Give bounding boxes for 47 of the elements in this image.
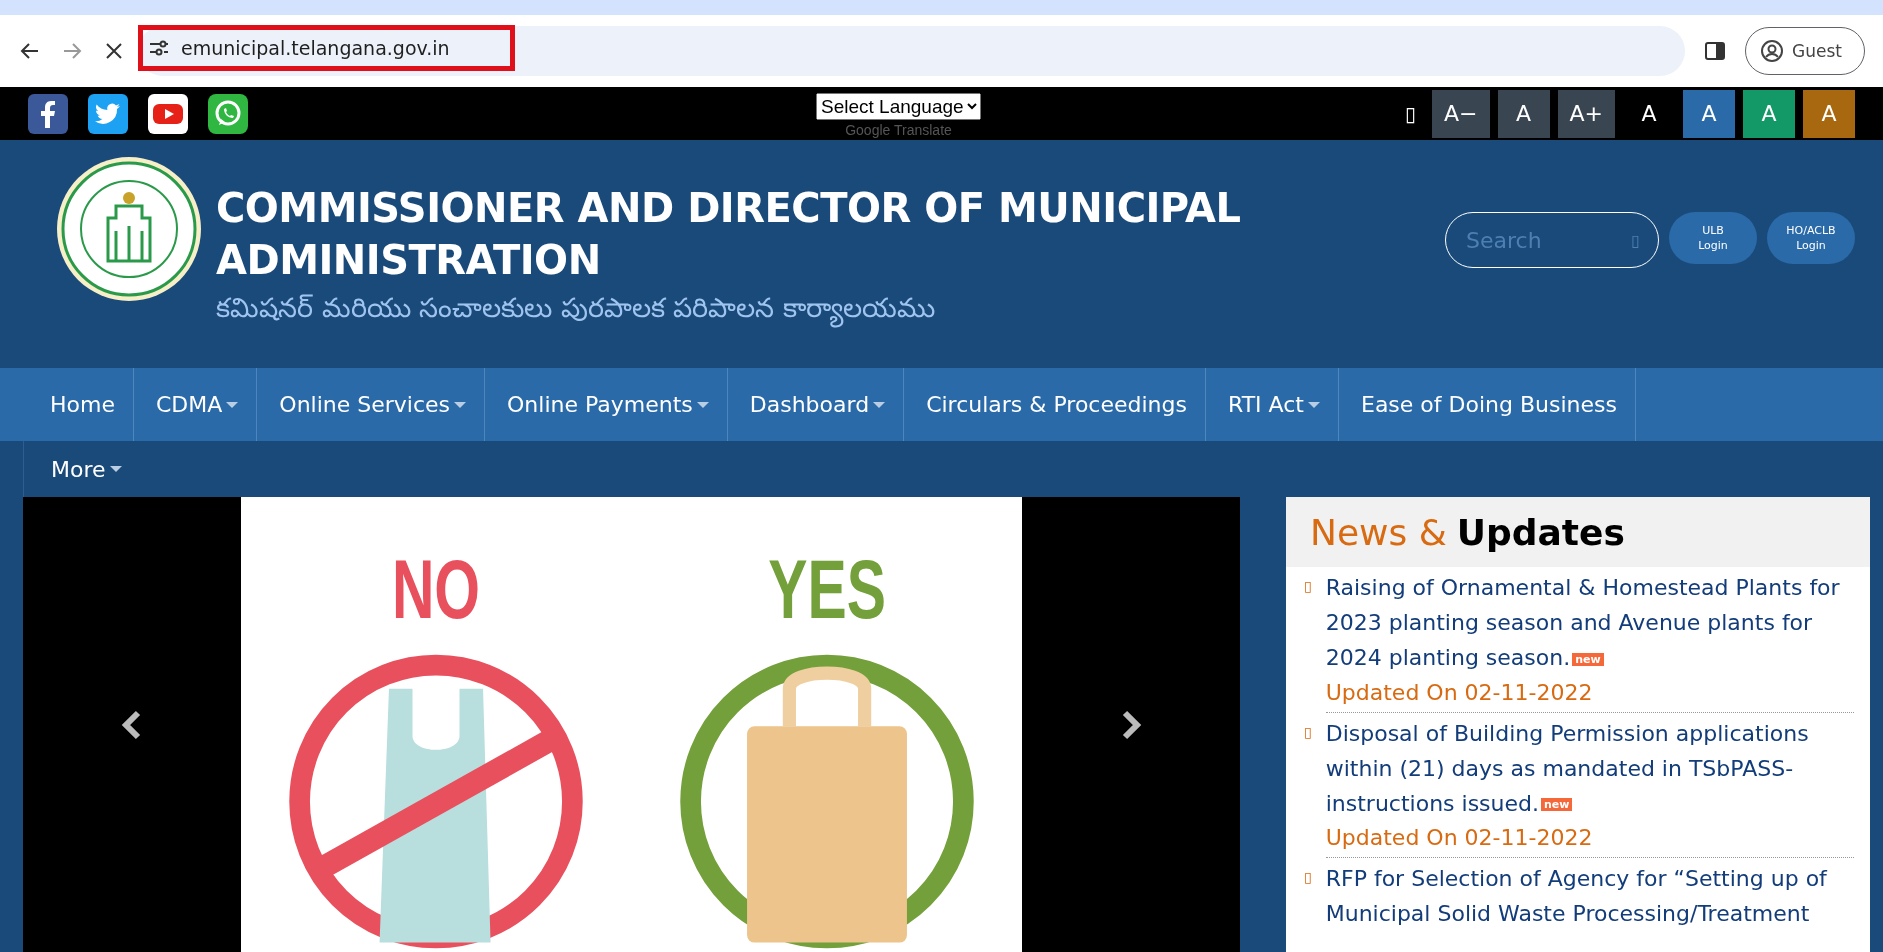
login-button[interactable]: ULB Login: [1669, 212, 1757, 264]
side-panel-icon[interactable]: [1703, 39, 1728, 63]
nav-link[interactable]: Ease of Doing Business: [1339, 368, 1636, 441]
caret-icon: [1308, 400, 1320, 409]
font-control-button[interactable]: A: [1683, 89, 1735, 138]
caret-icon: [226, 400, 239, 409]
youtube-icon[interactable]: [148, 93, 188, 134]
address-bar[interactable]: emunicipal.telangana.gov.in: [138, 26, 1686, 76]
caret-icon: [873, 400, 886, 409]
news-heading: News & Updates: [1286, 497, 1870, 567]
font-control-button[interactable]: A−: [1432, 89, 1490, 138]
slide-caption: YES: [767, 547, 886, 631]
nav-link[interactable]: Circulars & Proceedings: [904, 368, 1206, 441]
nav-link[interactable]: Home: [0, 368, 134, 441]
bullet-icon: ▯: [1304, 723, 1312, 858]
font-control-button[interactable]: A+: [1557, 89, 1615, 138]
url-text: emunicipal.telangana.gov.in: [181, 37, 450, 59]
caret-icon: [696, 400, 709, 409]
font-control-button[interactable]: A: [1497, 89, 1550, 138]
news-link[interactable]: Disposal of Building Permission applications within (21) days as mandated in TSbPASS-instructions issued. new: [1325, 715, 1854, 822]
nav-link[interactable]: Dashboard: [727, 368, 905, 441]
language-select[interactable]: Select Language: [816, 93, 981, 120]
site-subtitle: కమిషనర్ మరియు సంచాలకులు పురపాలక పరిపాలన కార్యాలయము: [216, 292, 1431, 330]
nav-link[interactable]: Online Services: [257, 368, 486, 441]
news-link[interactable]: Raising of Ornamental & Homestead Plants for 2023 planting season and Avenue plants for 2024 planting season. new: [1325, 570, 1854, 677]
login-button[interactable]: HO/ACLB Login: [1767, 212, 1855, 264]
caret-icon: [109, 465, 122, 473]
nav-link[interactable]: Online Payments: [485, 368, 728, 441]
site-title: COMMISSIONER AND DIRECTOR OF MUNICIPAL ADMINISTRATION: [216, 184, 1242, 285]
nav-link[interactable]: RTI Act: [1206, 368, 1339, 441]
news-date: Updated On 02-11-2022: [1325, 678, 1594, 707]
profile-button[interactable]: Guest: [1745, 27, 1865, 75]
slide-caption: NO: [392, 547, 481, 631]
news-link[interactable]: RFP for Selection of Agency for “Setting up of Municipal Solid Waste Processing/Treatment: [1325, 861, 1854, 931]
nav-link[interactable]: CDMA: [133, 368, 258, 441]
caret-icon: [454, 400, 467, 409]
twitter-icon[interactable]: [88, 93, 128, 134]
bullet-icon: ▯: [1304, 578, 1312, 713]
facebook-icon[interactable]: [28, 93, 68, 134]
whatsapp-icon[interactable]: [208, 93, 248, 134]
contrast-toggle[interactable]: ▯: [1405, 101, 1417, 126]
profile-icon: [1760, 39, 1785, 63]
bullet-icon: ▯: [1304, 869, 1312, 935]
font-control-button[interactable]: A: [1743, 89, 1795, 138]
font-control-button[interactable]: A: [1803, 89, 1855, 138]
news-date: Updated On 02-11-2022: [1325, 824, 1594, 852]
translate-credit: Google Translate: [845, 122, 952, 138]
